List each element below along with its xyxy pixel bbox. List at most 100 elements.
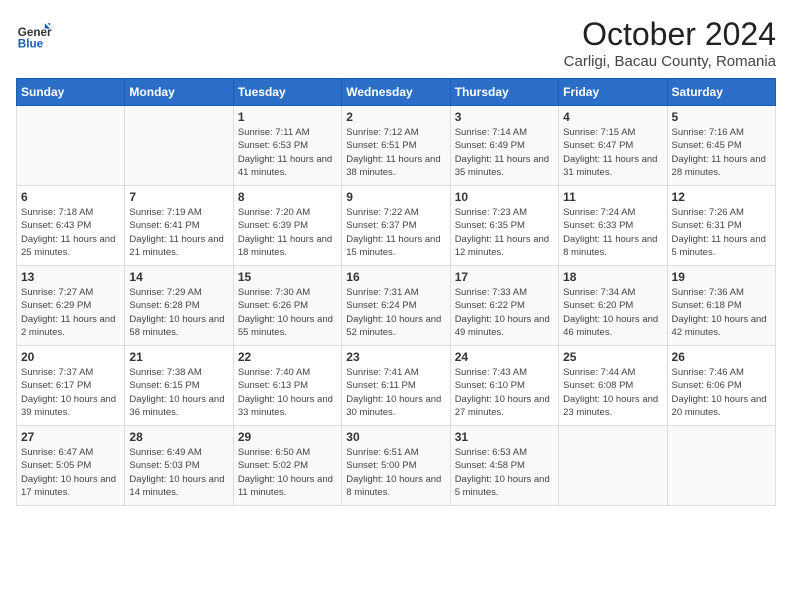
calendar-cell: 9 Sunrise: 7:22 AM Sunset: 6:37 PM Daylig… (342, 186, 450, 266)
calendar-cell: 27Sunrise: 6:47 AM Sunset: 5:05 PM Dayli… (17, 426, 125, 506)
day-number: 4 (563, 110, 662, 124)
day-info: Sunrise: 7:40 AM Sunset: 6:13 PM Dayligh… (238, 366, 337, 419)
logo: General Blue (16, 16, 52, 52)
day-number: 11 (563, 190, 662, 204)
day-number: 15 (238, 270, 337, 284)
day-number: 21 (129, 350, 228, 364)
day-number: 30 (346, 430, 445, 444)
day-info: Sunrise: 7:31 AM Sunset: 6:24 PM Dayligh… (346, 286, 445, 339)
calendar-cell (667, 426, 775, 506)
calendar-cell: 5 Sunrise: 7:16 AM Sunset: 6:45 PM Daylig… (667, 106, 775, 186)
day-number: 1 (238, 110, 337, 124)
day-info: Sunrise: 7:46 AM Sunset: 6:06 PM Dayligh… (672, 366, 771, 419)
day-number: 31 (455, 430, 554, 444)
day-info: Sunrise: 7:44 AM Sunset: 6:08 PM Dayligh… (563, 366, 662, 419)
title-section: October 2024 Carligi, Bacau County, Roma… (564, 16, 776, 70)
day-info: Sunrise: 7:36 AM Sunset: 6:18 PM Dayligh… (672, 286, 771, 339)
day-info: Sunrise: 6:51 AM Sunset: 5:00 PM Dayligh… (346, 446, 445, 499)
day-info: Sunrise: 7:11 AM Sunset: 6:53 PM Dayligh… (238, 126, 337, 179)
page-header: General Blue October 2024 Carligi, Bacau… (16, 16, 776, 70)
calendar-cell: 25 Sunrise: 7:44 AM Sunset: 6:08 PM Dayli… (559, 346, 667, 426)
day-number: 13 (21, 270, 120, 284)
calendar-cell: 17 Sunrise: 7:33 AM Sunset: 6:22 PM Dayli… (450, 266, 558, 346)
svg-text:Blue: Blue (18, 38, 44, 51)
day-info: Sunrise: 7:15 AM Sunset: 6:47 PM Dayligh… (563, 126, 662, 179)
calendar-cell: 30 Sunrise: 6:51 AM Sunset: 5:00 PM Dayli… (342, 426, 450, 506)
calendar-cell: 28Sunrise: 6:49 AM Sunset: 5:03 PM Dayli… (125, 426, 233, 506)
day-info: Sunrise: 7:26 AM Sunset: 6:31 PM Dayligh… (672, 206, 771, 259)
day-info: Sunrise: 7:24 AM Sunset: 6:33 PM Dayligh… (563, 206, 662, 259)
calendar-cell: 10 Sunrise: 7:23 AM Sunset: 6:35 PM Dayli… (450, 186, 558, 266)
calendar-cell: 8 Sunrise: 7:20 AM Sunset: 6:39 PM Daylig… (233, 186, 341, 266)
day-number: 20 (21, 350, 120, 364)
day-number: 5 (672, 110, 771, 124)
day-number: 7 (129, 190, 228, 204)
day-info: Sunrise: 7:34 AM Sunset: 6:20 PM Dayligh… (563, 286, 662, 339)
col-header-monday: Monday (125, 79, 233, 106)
day-info: Sunrise: 7:33 AM Sunset: 6:22 PM Dayligh… (455, 286, 554, 339)
day-number: 9 (346, 190, 445, 204)
calendar-cell (17, 106, 125, 186)
day-info: Sunrise: 7:16 AM Sunset: 6:45 PM Dayligh… (672, 126, 771, 179)
day-number: 8 (238, 190, 337, 204)
day-info: Sunrise: 7:43 AM Sunset: 6:10 PM Dayligh… (455, 366, 554, 419)
day-number: 17 (455, 270, 554, 284)
calendar-table: SundayMondayTuesdayWednesdayThursdayFrid… (16, 78, 776, 506)
calendar-cell: 11 Sunrise: 7:24 AM Sunset: 6:33 PM Dayli… (559, 186, 667, 266)
day-number: 29 (238, 430, 337, 444)
day-number: 23 (346, 350, 445, 364)
calendar-cell: 4 Sunrise: 7:15 AM Sunset: 6:47 PM Daylig… (559, 106, 667, 186)
calendar-cell: 26 Sunrise: 7:46 AM Sunset: 6:06 PM Dayli… (667, 346, 775, 426)
calendar-cell: 15 Sunrise: 7:30 AM Sunset: 6:26 PM Dayli… (233, 266, 341, 346)
calendar-cell: 13Sunrise: 7:27 AM Sunset: 6:29 PM Dayli… (17, 266, 125, 346)
day-info: Sunrise: 7:18 AM Sunset: 6:43 PM Dayligh… (21, 206, 120, 259)
calendar-header-row: SundayMondayTuesdayWednesdayThursdayFrid… (17, 79, 776, 106)
day-info: Sunrise: 7:38 AM Sunset: 6:15 PM Dayligh… (129, 366, 228, 419)
day-info: Sunrise: 7:19 AM Sunset: 6:41 PM Dayligh… (129, 206, 228, 259)
calendar-cell: 12Sunrise: 7:26 AM Sunset: 6:31 PM Dayli… (667, 186, 775, 266)
location: Carligi, Bacau County, Romania (564, 53, 776, 70)
calendar-cell: 18 Sunrise: 7:34 AM Sunset: 6:20 PM Dayli… (559, 266, 667, 346)
day-number: 28 (129, 430, 228, 444)
day-number: 6 (21, 190, 120, 204)
day-number: 18 (563, 270, 662, 284)
calendar-cell: 23Sunrise: 7:41 AM Sunset: 6:11 PM Dayli… (342, 346, 450, 426)
calendar-week-4: 20Sunrise: 7:37 AM Sunset: 6:17 PM Dayli… (17, 346, 776, 426)
calendar-week-1: 1 Sunrise: 7:11 AM Sunset: 6:53 PM Daylig… (17, 106, 776, 186)
calendar-cell (559, 426, 667, 506)
col-header-friday: Friday (559, 79, 667, 106)
calendar-cell: 19 Sunrise: 7:36 AM Sunset: 6:18 PM Dayli… (667, 266, 775, 346)
col-header-tuesday: Tuesday (233, 79, 341, 106)
calendar-cell: 21 Sunrise: 7:38 AM Sunset: 6:15 PM Dayli… (125, 346, 233, 426)
day-number: 26 (672, 350, 771, 364)
calendar-cell: 7 Sunrise: 7:19 AM Sunset: 6:41 PM Daylig… (125, 186, 233, 266)
day-info: Sunrise: 7:22 AM Sunset: 6:37 PM Dayligh… (346, 206, 445, 259)
col-header-sunday: Sunday (17, 79, 125, 106)
day-info: Sunrise: 7:30 AM Sunset: 6:26 PM Dayligh… (238, 286, 337, 339)
calendar-cell: 3 Sunrise: 7:14 AM Sunset: 6:49 PM Daylig… (450, 106, 558, 186)
calendar-cell (125, 106, 233, 186)
day-number: 10 (455, 190, 554, 204)
day-number: 22 (238, 350, 337, 364)
day-number: 19 (672, 270, 771, 284)
month-title: October 2024 (564, 16, 776, 53)
day-info: Sunrise: 7:14 AM Sunset: 6:49 PM Dayligh… (455, 126, 554, 179)
calendar-week-5: 27Sunrise: 6:47 AM Sunset: 5:05 PM Dayli… (17, 426, 776, 506)
day-number: 3 (455, 110, 554, 124)
day-info: Sunrise: 7:12 AM Sunset: 6:51 PM Dayligh… (346, 126, 445, 179)
day-info: Sunrise: 6:50 AM Sunset: 5:02 PM Dayligh… (238, 446, 337, 499)
calendar-cell: 22 Sunrise: 7:40 AM Sunset: 6:13 PM Dayli… (233, 346, 341, 426)
col-header-saturday: Saturday (667, 79, 775, 106)
day-info: Sunrise: 7:23 AM Sunset: 6:35 PM Dayligh… (455, 206, 554, 259)
col-header-thursday: Thursday (450, 79, 558, 106)
day-number: 14 (129, 270, 228, 284)
calendar-cell: 16Sunrise: 7:31 AM Sunset: 6:24 PM Dayli… (342, 266, 450, 346)
calendar-cell: 24Sunrise: 7:43 AM Sunset: 6:10 PM Dayli… (450, 346, 558, 426)
day-number: 25 (563, 350, 662, 364)
calendar-week-2: 6 Sunrise: 7:18 AM Sunset: 6:43 PM Daylig… (17, 186, 776, 266)
day-info: Sunrise: 7:20 AM Sunset: 6:39 PM Dayligh… (238, 206, 337, 259)
calendar-cell: 6 Sunrise: 7:18 AM Sunset: 6:43 PM Daylig… (17, 186, 125, 266)
calendar-cell: 20Sunrise: 7:37 AM Sunset: 6:17 PM Dayli… (17, 346, 125, 426)
calendar-cell: 29 Sunrise: 6:50 AM Sunset: 5:02 PM Dayli… (233, 426, 341, 506)
calendar-cell: 1 Sunrise: 7:11 AM Sunset: 6:53 PM Daylig… (233, 106, 341, 186)
